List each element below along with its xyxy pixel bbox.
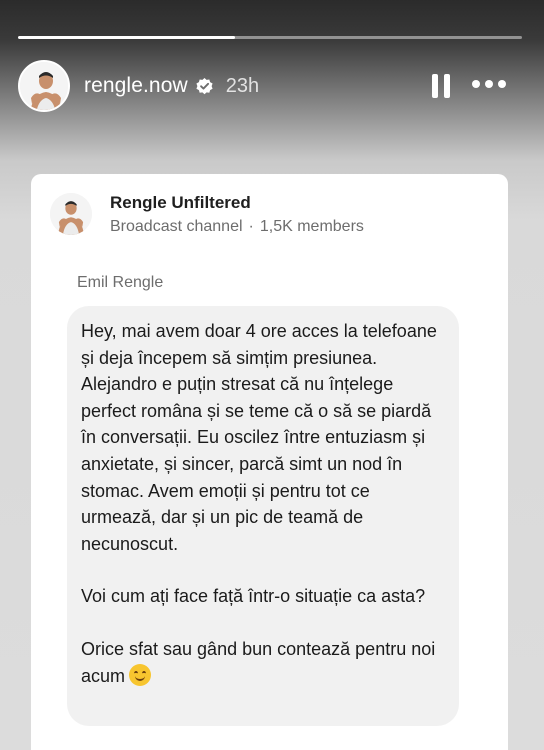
story-progress-bar <box>18 36 522 39</box>
pause-icon[interactable] <box>432 74 452 98</box>
broadcast-message-card[interactable]: Rengle Unfiltered Broadcast channel · 1,5K… <box>31 174 508 750</box>
story-progress-fill <box>18 36 235 39</box>
channel-type: Broadcast channel <box>110 218 243 235</box>
message-paragraph: Hey, mai avem doar 4 ore acces la telefo… <box>81 321 437 554</box>
more-options-icon[interactable] <box>472 80 506 88</box>
meta-separator: · <box>248 218 254 235</box>
message-paragraph: Orice sfat sau gând bun contează pentru … <box>81 636 445 689</box>
sender-name: Emil Rengle <box>77 274 164 291</box>
channel-name: Rengle Unfiltered <box>110 193 251 212</box>
channel-header[interactable]: Rengle Unfiltered Broadcast channel · 1,5K… <box>50 193 364 239</box>
story-header: rengle.now 23h <box>18 60 526 112</box>
avatar[interactable] <box>18 60 70 112</box>
profile-photo-icon <box>20 62 68 110</box>
message-paragraph: Voi cum ați face față într-o situație ca… <box>81 586 426 607</box>
story-timestamp: 23h <box>225 74 260 97</box>
smiling-hug-emoji-icon <box>129 663 152 686</box>
channel-photo-icon <box>50 193 92 235</box>
message-bubble: Hey, mai avem doar 4 ore acces la telefo… <box>67 306 459 726</box>
member-count: 1,5K members <box>259 218 364 235</box>
verified-badge-icon <box>195 77 214 96</box>
channel-meta: Broadcast channel · 1,5K members <box>110 215 364 239</box>
channel-avatar <box>50 193 92 235</box>
username[interactable]: rengle.now <box>84 74 188 98</box>
